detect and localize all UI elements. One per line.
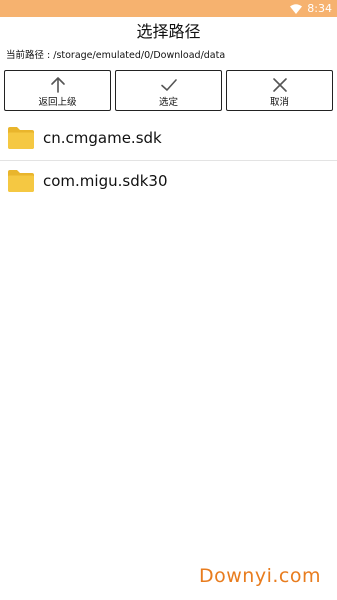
folder-name: cn.cmgame.sdk — [43, 129, 162, 147]
cancel-button[interactable]: 取消 — [226, 70, 333, 111]
current-path: 当前路径 : /storage/emulated/0/Download/data — [6, 50, 226, 61]
select-label: 选定 — [158, 97, 178, 108]
close-icon — [272, 78, 287, 92]
select-button[interactable]: 选定 — [115, 70, 222, 111]
status-icons: 8:34 — [290, 1, 332, 16]
arrow-up-icon — [50, 77, 65, 93]
page-title: 选择路径 — [136, 22, 201, 41]
watermark: Downyi.com — [199, 565, 321, 587]
go-up-button[interactable]: 返回上级 — [4, 70, 111, 111]
wifi-icon — [290, 3, 303, 14]
go-up-label: 返回上级 — [38, 97, 77, 108]
status-time: 8:34 — [307, 2, 332, 15]
folder-name: com.migu.sdk30 — [43, 172, 168, 190]
check-icon — [160, 79, 177, 91]
status-bar: 8:34 — [0, 0, 337, 17]
cancel-label: 取消 — [269, 97, 289, 108]
file-list: cn.cmgame.sdk com.migu.sdk30 — [0, 118, 337, 204]
toolbar: 返回上级 选定 取消 — [3, 70, 334, 113]
folder-icon — [8, 170, 34, 192]
folder-icon — [8, 127, 34, 149]
list-item[interactable]: com.migu.sdk30 — [0, 161, 337, 204]
list-item[interactable]: cn.cmgame.sdk — [0, 118, 337, 161]
